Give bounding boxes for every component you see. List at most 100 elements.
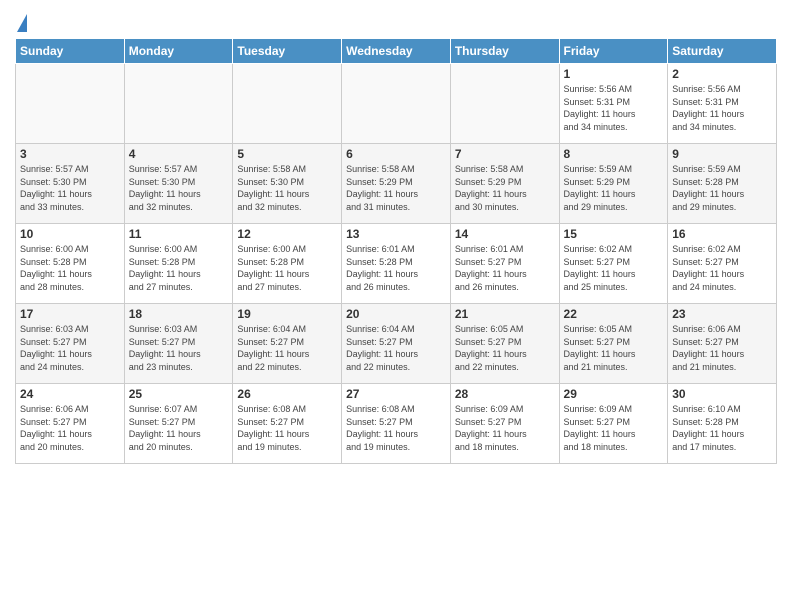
day-info: Sunrise: 6:06 AM Sunset: 5:27 PM Dayligh… — [20, 403, 120, 453]
day-info: Sunrise: 5:58 AM Sunset: 5:30 PM Dayligh… — [237, 163, 337, 213]
calendar-week-row: 17 Sunrise: 6:03 AM Sunset: 5:27 PM Dayli… — [16, 304, 777, 384]
day-number: 2 — [672, 67, 772, 81]
calendar-day-cell: 23 Sunrise: 6:06 AM Sunset: 5:27 PM Dayli… — [668, 304, 777, 384]
column-header-friday: Friday — [559, 39, 668, 64]
calendar-day-cell: 1 Sunrise: 5:56 AM Sunset: 5:31 PM Daylig… — [559, 64, 668, 144]
column-header-sunday: Sunday — [16, 39, 125, 64]
calendar-day-cell: 16Sunrise: 6:02 AM Sunset: 5:27 PM Dayli… — [668, 224, 777, 304]
calendar-week-row: 3 Sunrise: 5:57 AM Sunset: 5:30 PM Daylig… — [16, 144, 777, 224]
day-info: Sunrise: 5:59 AM Sunset: 5:28 PM Dayligh… — [672, 163, 772, 213]
calendar-day-cell: 11 Sunrise: 6:00 AM Sunset: 5:28 PM Dayli… — [124, 224, 233, 304]
day-number: 13 — [346, 227, 446, 241]
day-info: Sunrise: 6:08 AM Sunset: 5:27 PM Dayligh… — [237, 403, 337, 453]
calendar-empty-cell — [450, 64, 559, 144]
logo — [15, 14, 27, 32]
calendar-day-cell: 20 Sunrise: 6:04 AM Sunset: 5:27 PM Dayli… — [342, 304, 451, 384]
day-number: 26 — [237, 387, 337, 401]
day-info: Sunrise: 6:07 AM Sunset: 5:27 PM Dayligh… — [129, 403, 229, 453]
page-header — [15, 10, 777, 32]
day-number: 17 — [20, 307, 120, 321]
calendar-day-cell: 26 Sunrise: 6:08 AM Sunset: 5:27 PM Dayli… — [233, 384, 342, 464]
day-info: Sunrise: 5:58 AM Sunset: 5:29 PM Dayligh… — [346, 163, 446, 213]
calendar-day-cell: 3 Sunrise: 5:57 AM Sunset: 5:30 PM Daylig… — [16, 144, 125, 224]
calendar-day-cell: 15Sunrise: 6:02 AM Sunset: 5:27 PM Dayli… — [559, 224, 668, 304]
calendar-empty-cell — [233, 64, 342, 144]
day-number: 16 — [672, 227, 772, 241]
day-number: 23 — [672, 307, 772, 321]
day-number: 24 — [20, 387, 120, 401]
calendar-day-cell: 10 Sunrise: 6:00 AM Sunset: 5:28 PM Dayli… — [16, 224, 125, 304]
day-number: 1 — [564, 67, 664, 81]
day-info: Sunrise: 6:08 AM Sunset: 5:27 PM Dayligh… — [346, 403, 446, 453]
day-number: 14 — [455, 227, 555, 241]
day-number: 4 — [129, 147, 229, 161]
day-info: Sunrise: 6:03 AM Sunset: 5:27 PM Dayligh… — [129, 323, 229, 373]
calendar-empty-cell — [342, 64, 451, 144]
day-info: Sunrise: 6:10 AM Sunset: 5:28 PM Dayligh… — [672, 403, 772, 453]
day-number: 28 — [455, 387, 555, 401]
day-number: 25 — [129, 387, 229, 401]
day-number: 10 — [20, 227, 120, 241]
day-number: 30 — [672, 387, 772, 401]
calendar-day-cell: 25 Sunrise: 6:07 AM Sunset: 5:27 PM Dayli… — [124, 384, 233, 464]
day-number: 11 — [129, 227, 229, 241]
day-info: Sunrise: 6:01 AM Sunset: 5:27 PM Dayligh… — [455, 243, 555, 293]
calendar-day-cell: 30 Sunrise: 6:10 AM Sunset: 5:28 PM Dayli… — [668, 384, 777, 464]
calendar-day-cell: 18 Sunrise: 6:03 AM Sunset: 5:27 PM Dayli… — [124, 304, 233, 384]
calendar-week-row: 1 Sunrise: 5:56 AM Sunset: 5:31 PM Daylig… — [16, 64, 777, 144]
day-number: 27 — [346, 387, 446, 401]
day-info: Sunrise: 6:00 AM Sunset: 5:28 PM Dayligh… — [129, 243, 229, 293]
day-number: 12 — [237, 227, 337, 241]
day-info: Sunrise: 6:06 AM Sunset: 5:27 PM Dayligh… — [672, 323, 772, 373]
day-info: Sunrise: 5:59 AM Sunset: 5:29 PM Dayligh… — [564, 163, 664, 213]
calendar-week-row: 24 Sunrise: 6:06 AM Sunset: 5:27 PM Dayli… — [16, 384, 777, 464]
calendar-day-cell: 28 Sunrise: 6:09 AM Sunset: 5:27 PM Dayli… — [450, 384, 559, 464]
day-number: 3 — [20, 147, 120, 161]
calendar-day-cell: 24 Sunrise: 6:06 AM Sunset: 5:27 PM Dayli… — [16, 384, 125, 464]
logo-icon — [17, 14, 27, 32]
calendar-day-cell: 13Sunrise: 6:01 AM Sunset: 5:28 PM Dayli… — [342, 224, 451, 304]
day-info: Sunrise: 5:57 AM Sunset: 5:30 PM Dayligh… — [20, 163, 120, 213]
day-number: 15 — [564, 227, 664, 241]
calendar-day-cell: 21Sunrise: 6:05 AM Sunset: 5:27 PM Dayli… — [450, 304, 559, 384]
day-info: Sunrise: 5:56 AM Sunset: 5:31 PM Dayligh… — [672, 83, 772, 133]
day-info: Sunrise: 6:00 AM Sunset: 5:28 PM Dayligh… — [237, 243, 337, 293]
calendar-day-cell: 14 Sunrise: 6:01 AM Sunset: 5:27 PM Dayli… — [450, 224, 559, 304]
day-number: 20 — [346, 307, 446, 321]
day-number: 19 — [237, 307, 337, 321]
day-info: Sunrise: 6:00 AM Sunset: 5:28 PM Dayligh… — [20, 243, 120, 293]
calendar-empty-cell — [16, 64, 125, 144]
day-info: Sunrise: 6:03 AM Sunset: 5:27 PM Dayligh… — [20, 323, 120, 373]
calendar-header-row: SundayMondayTuesdayWednesdayThursdayFrid… — [16, 39, 777, 64]
day-info: Sunrise: 5:57 AM Sunset: 5:30 PM Dayligh… — [129, 163, 229, 213]
day-number: 6 — [346, 147, 446, 161]
day-number: 18 — [129, 307, 229, 321]
day-info: Sunrise: 6:04 AM Sunset: 5:27 PM Dayligh… — [237, 323, 337, 373]
column-header-thursday: Thursday — [450, 39, 559, 64]
column-header-saturday: Saturday — [668, 39, 777, 64]
calendar-day-cell: 17 Sunrise: 6:03 AM Sunset: 5:27 PM Dayli… — [16, 304, 125, 384]
column-header-tuesday: Tuesday — [233, 39, 342, 64]
calendar-day-cell: 9 Sunrise: 5:59 AM Sunset: 5:28 PM Daylig… — [668, 144, 777, 224]
calendar-day-cell: 2 Sunrise: 5:56 AM Sunset: 5:31 PM Daylig… — [668, 64, 777, 144]
calendar-table: SundayMondayTuesdayWednesdayThursdayFrid… — [15, 38, 777, 464]
day-info: Sunrise: 6:05 AM Sunset: 5:27 PM Dayligh… — [564, 323, 664, 373]
day-number: 5 — [237, 147, 337, 161]
day-number: 9 — [672, 147, 772, 161]
day-info: Sunrise: 6:09 AM Sunset: 5:27 PM Dayligh… — [564, 403, 664, 453]
calendar-day-cell: 4 Sunrise: 5:57 AM Sunset: 5:30 PM Daylig… — [124, 144, 233, 224]
calendar-empty-cell — [124, 64, 233, 144]
column-header-monday: Monday — [124, 39, 233, 64]
day-info: Sunrise: 6:09 AM Sunset: 5:27 PM Dayligh… — [455, 403, 555, 453]
calendar-day-cell: 29Sunrise: 6:09 AM Sunset: 5:27 PM Dayli… — [559, 384, 668, 464]
day-info: Sunrise: 6:04 AM Sunset: 5:27 PM Dayligh… — [346, 323, 446, 373]
calendar-day-cell: 7Sunrise: 5:58 AM Sunset: 5:29 PM Daylig… — [450, 144, 559, 224]
day-number: 8 — [564, 147, 664, 161]
calendar-day-cell: 19 Sunrise: 6:04 AM Sunset: 5:27 PM Dayli… — [233, 304, 342, 384]
day-info: Sunrise: 6:05 AM Sunset: 5:27 PM Dayligh… — [455, 323, 555, 373]
calendar-day-cell: 5 Sunrise: 5:58 AM Sunset: 5:30 PM Daylig… — [233, 144, 342, 224]
day-number: 7 — [455, 147, 555, 161]
calendar-day-cell: 22Sunrise: 6:05 AM Sunset: 5:27 PM Dayli… — [559, 304, 668, 384]
day-info: Sunrise: 5:56 AM Sunset: 5:31 PM Dayligh… — [564, 83, 664, 133]
column-header-wednesday: Wednesday — [342, 39, 451, 64]
